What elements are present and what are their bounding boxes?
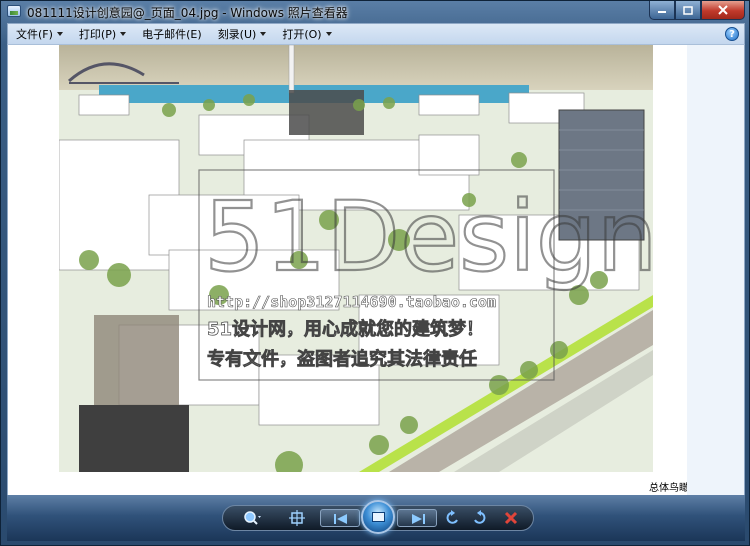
playback-controls [7, 495, 745, 541]
slideshow-button[interactable] [361, 500, 395, 534]
menu-print-label: 打印(P) [78, 28, 117, 41]
close-button[interactable] [701, 1, 745, 20]
image-caption: 总体鸟瞰 [649, 483, 689, 494]
menu-print[interactable]: 打印(P) [78, 26, 127, 42]
next-icon [412, 514, 425, 524]
viewport-margin [687, 45, 744, 495]
delete-button[interactable] [501, 509, 521, 527]
help-button[interactable]: ? [725, 27, 739, 41]
minimize-icon [658, 11, 666, 13]
delete-icon [504, 511, 518, 525]
chevron-down-icon [260, 32, 267, 36]
displayed-image[interactable]: 51Design http://shop3127114690.taobao.co… [59, 45, 653, 472]
watermark-notice: 专有文件，盗图者追究其法律责任 [207, 348, 477, 370]
help-icon: ? [729, 28, 735, 40]
photo-viewer-window: 081111设计创意园@_页面_04.jpg - Windows 照片查看器 文… [0, 0, 750, 546]
slideshow-icon [372, 512, 385, 522]
magnifier-icon [244, 511, 261, 525]
image-viewport: 51Design http://shop3127114690.taobao.co… [7, 45, 745, 495]
chevron-down-icon [120, 32, 127, 36]
photo-viewer-icon [7, 5, 21, 17]
watermark-url: http://shop3127114690.taobao.com [207, 293, 496, 311]
window-controls [649, 1, 745, 21]
close-icon [718, 5, 728, 15]
menu-bar: 文件(F) 打印(P) 电子邮件(E) 刻录(U) 打开(O) ? [7, 23, 745, 45]
watermark-slogan: 51设计网，用心成就您的建筑梦！ [207, 318, 484, 340]
menu-file[interactable]: 文件(F) [16, 26, 63, 42]
previous-button[interactable] [320, 509, 360, 527]
menu-burn[interactable]: 刻录(U) [218, 26, 267, 42]
rotate-counterclockwise-button[interactable] [443, 509, 463, 527]
menu-burn-label: 刻录(U) [217, 28, 257, 41]
actual-size-icon [289, 510, 305, 526]
title-bar[interactable]: 081111设计创意园@_页面_04.jpg - Windows 照片查看器 [1, 1, 750, 23]
rotate-counterclockwise-icon [446, 510, 458, 524]
window-title: 081111设计创意园@_页面_04.jpg - Windows 照片查看器 [27, 6, 348, 20]
zoom-button[interactable] [243, 509, 263, 527]
menu-email[interactable]: 电子邮件(E) [142, 26, 202, 42]
chevron-down-icon [325, 32, 332, 36]
maximize-button[interactable] [675, 1, 701, 20]
maximize-icon [683, 5, 693, 15]
menu-email-label: 电子邮件(E) [142, 28, 202, 41]
minimize-button[interactable] [649, 1, 675, 20]
actual-size-button[interactable] [287, 509, 307, 527]
chevron-down-icon [56, 32, 63, 36]
menu-open[interactable]: 打开(O) [282, 26, 332, 42]
menu-file-label: 文件(F) [16, 28, 53, 41]
aerial-rendering: 51Design http://shop3127114690.taobao.co… [59, 45, 653, 472]
watermark-logo: 51Design [204, 181, 653, 293]
next-button[interactable] [397, 509, 437, 527]
menu-open-label: 打开(O) [282, 28, 322, 41]
rotate-clockwise-icon [474, 510, 486, 524]
previous-icon [334, 514, 347, 524]
rotate-clockwise-button[interactable] [469, 509, 489, 527]
